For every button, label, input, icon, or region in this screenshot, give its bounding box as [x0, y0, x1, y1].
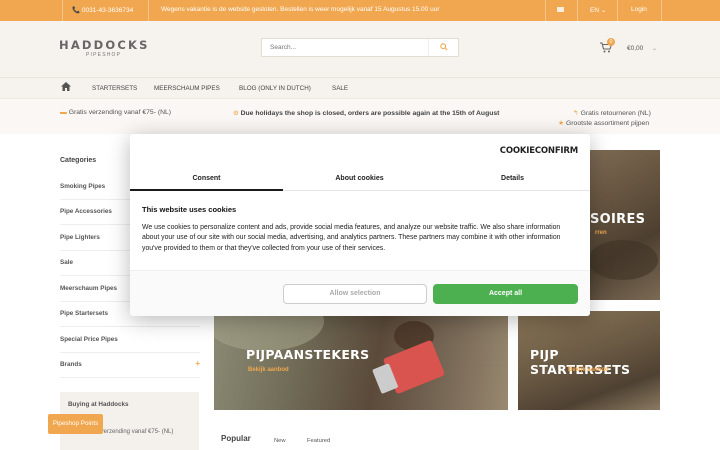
tab-featured[interactable]: Featured	[307, 438, 330, 444]
sidebar-title: Categories	[60, 157, 97, 164]
holiday-notice: Wegens vakantie is de website gesloten. …	[161, 6, 440, 13]
logo-subtitle: PIPESHOP	[86, 52, 122, 58]
search-button[interactable]	[428, 39, 458, 56]
chevron-down-icon: ⌄	[652, 46, 658, 52]
usp-holiday: ⊙ Due holidays the shop is closed, order…	[233, 109, 499, 117]
nav-item-sale[interactable]: SALE	[332, 85, 348, 92]
divider	[577, 0, 578, 21]
usp-assortment-text: Grootste assortiment pijpen	[565, 120, 650, 127]
nav-item-meerschaum[interactable]: MEERSCHAUM PIPES	[154, 85, 220, 92]
usp-assortment: ★ Grootste assortiment pijpen	[558, 119, 649, 127]
cart-total: €0,00	[627, 45, 644, 52]
sidebar-item-label: Smoking Pipes	[60, 183, 106, 190]
banner-link[interactable]: Bekijk aanbod	[248, 367, 289, 373]
cookie-title: This website uses cookies	[142, 205, 237, 214]
sidebar-item-label: Special Price Pipes	[60, 336, 118, 343]
logo[interactable]: HADDOCKS	[59, 38, 150, 52]
sidebar-item-special-price-pipes[interactable]: Special Price Pipes	[60, 328, 200, 353]
usp-free-returns: ↰ Gratis retourneren (NL)	[573, 109, 651, 117]
flag-icon[interactable]	[557, 7, 564, 12]
buying-title: Buying at Haddocks	[68, 401, 129, 408]
nav-item-blog[interactable]: BLOG (ONLY IN DUTCH)	[239, 85, 311, 92]
search-box	[261, 38, 459, 57]
cookie-footer: Allow selection Accept all	[130, 270, 590, 316]
divider	[148, 0, 149, 21]
sidebar-item-label: Pipe Accessories	[60, 208, 112, 215]
cookiebot-logo: COOKIECONFIRM	[499, 146, 578, 156]
phone-number[interactable]: 📞 0031-43-3636734	[72, 6, 133, 14]
tab-consent[interactable]: Consent	[130, 169, 283, 191]
search-input[interactable]	[270, 44, 420, 51]
pipeshop-points-button[interactable]: Pipeshop Points	[48, 414, 103, 434]
allow-selection-button[interactable]: Allow selection	[283, 284, 427, 304]
usp-free-returns-text: Gratis retourneren (NL)	[580, 110, 651, 117]
banner-link[interactable]: Bekijk aanbod	[568, 367, 609, 373]
main-nav: STARTERSETS MEERSCHAUM PIPES BLOG (ONLY …	[0, 77, 720, 98]
sidebar-item-label: Pipe Lighters	[60, 234, 100, 241]
top-bar: 📞 0031-43-3636734 Wegens vakantie is de …	[0, 0, 720, 21]
divider	[617, 0, 618, 21]
banner-title: SOIRES	[590, 212, 646, 227]
return-icon: ↰	[573, 110, 581, 117]
language-selector[interactable]: EN ⌄	[590, 6, 606, 14]
tab-details[interactable]: Details	[436, 169, 589, 191]
sidebar-item-label: Meerschaum Pipes	[60, 285, 118, 292]
clock-icon: ⊙	[233, 110, 241, 117]
site-header: HADDOCKS PIPESHOP 0 €0,00 ⌄	[0, 21, 720, 77]
tab-new[interactable]: New	[274, 438, 286, 444]
expand-icon[interactable]: +	[195, 359, 200, 368]
usp-bar: ▬ Gratis verzending vanaf €75- (NL) ⊙ Du…	[0, 98, 720, 134]
divider	[545, 0, 546, 21]
cookie-description: We use cookies to personalize content an…	[142, 224, 561, 252]
divider	[62, 0, 63, 21]
banner-startersets[interactable]: PIJP STARTERSETS Bekijk aanbod	[518, 311, 660, 410]
divider	[661, 0, 662, 21]
cart-count-badge: 0	[607, 38, 615, 46]
cart-button[interactable]: 0 €0,00 ⌄	[598, 38, 662, 58]
search-icon	[439, 43, 448, 51]
usp-free-shipping-text: Gratis verzending vanaf €75- (NL)	[68, 109, 172, 116]
sidebar-item-label: Brands	[60, 361, 82, 368]
sidebar-item-brands[interactable]: Brands +	[60, 353, 200, 378]
accept-all-button[interactable]: Accept all	[433, 284, 578, 304]
popular-title: Popular	[221, 434, 251, 443]
cookie-consent-dialog: COOKIECONFIRM Consent About cookies Deta…	[130, 134, 590, 316]
home-icon[interactable]	[61, 82, 71, 91]
login-link[interactable]: Login	[631, 6, 647, 13]
banner-lighters[interactable]: PIJPAANSTEKERS Bekijk aanbod	[214, 311, 508, 410]
banner-title: PIJPAANSTEKERS	[246, 347, 370, 362]
usp-free-shipping: ▬ Gratis verzending vanaf €75- (NL)	[60, 109, 171, 116]
cookie-tabs: Consent About cookies Details	[130, 169, 590, 191]
truck-icon: ▬	[60, 109, 69, 116]
banner-link[interactable]: rren	[595, 230, 607, 236]
usp-holiday-text: Due holidays the shop is closed, orders …	[240, 110, 500, 117]
sidebar-item-label: Pipe Startersets	[60, 310, 108, 317]
tab-about-cookies[interactable]: About cookies	[283, 169, 436, 191]
star-icon: ★	[558, 120, 566, 127]
banner-decoration	[588, 240, 658, 280]
nav-item-startersets[interactable]: STARTERSETS	[92, 85, 137, 92]
sidebar-item-label: Sale	[60, 259, 73, 266]
